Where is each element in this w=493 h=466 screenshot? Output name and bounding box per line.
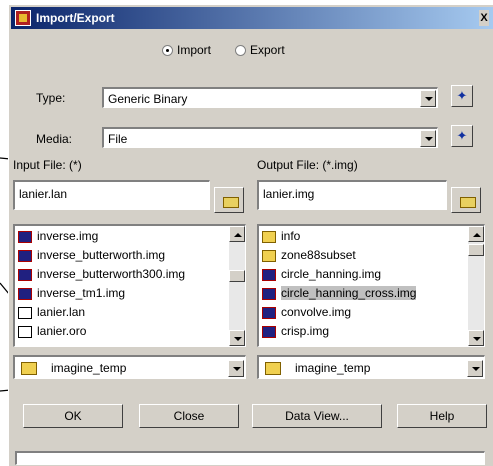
input-list-scrollbar[interactable] xyxy=(229,226,245,346)
input-file-label: Input File: (*) xyxy=(13,158,82,172)
scroll-down-button[interactable] xyxy=(229,330,245,346)
type-label: Type: xyxy=(36,91,66,105)
output-directory-dropdown-button[interactable] xyxy=(467,360,483,377)
media-dropdown-button[interactable] xyxy=(420,130,436,147)
raster-image-icon xyxy=(18,230,32,243)
star-icon: ✦ xyxy=(456,88,468,103)
input-directory-value: imagine_temp xyxy=(51,361,127,375)
output-directory-value: imagine_temp xyxy=(295,361,371,375)
list-item[interactable]: circle_hanning.img xyxy=(262,266,381,283)
media-label: Media: xyxy=(36,132,73,146)
list-item[interactable]: inverse_tm1.img xyxy=(18,285,125,302)
list-item[interactable]: crisp.img xyxy=(262,323,329,340)
import-label: Import xyxy=(177,43,212,57)
type-select[interactable]: Generic Binary xyxy=(102,87,438,108)
list-item-selected[interactable]: circle_hanning_cross.img xyxy=(262,285,417,302)
ok-button[interactable]: OK xyxy=(23,404,123,428)
export-label: Export xyxy=(250,43,285,57)
export-radio[interactable] xyxy=(235,45,246,57)
input-file-value: lanier.lan xyxy=(19,187,68,201)
close-window-button[interactable]: X xyxy=(479,10,489,26)
output-file-field[interactable]: lanier.img xyxy=(257,180,447,210)
scroll-up-button[interactable] xyxy=(229,226,245,242)
raster-image-icon xyxy=(18,268,32,281)
status-bar xyxy=(15,451,485,465)
output-file-value: lanier.img xyxy=(263,187,315,201)
scroll-thumb[interactable] xyxy=(229,270,245,282)
list-item[interactable]: inverse.img xyxy=(18,228,98,245)
document-icon xyxy=(18,325,32,338)
raster-image-icon xyxy=(262,306,276,319)
document-icon xyxy=(18,306,32,319)
title-bar[interactable]: Import/Export X xyxy=(11,7,493,29)
input-directory-dropdown-button[interactable] xyxy=(228,360,244,377)
help-button[interactable]: Help xyxy=(397,404,487,428)
mode-export-option[interactable]: Export xyxy=(235,43,285,57)
input-browse-button[interactable] xyxy=(214,187,244,213)
scroll-up-button[interactable] xyxy=(468,226,484,242)
list-item[interactable]: convolve.img xyxy=(262,304,351,321)
input-file-field[interactable]: lanier.lan xyxy=(13,180,210,210)
folder-icon xyxy=(265,362,281,375)
list-item[interactable]: lanier.lan xyxy=(18,304,85,321)
close-button[interactable]: Close xyxy=(139,404,239,428)
output-file-list[interactable]: info zone88subset circle_hanning.img cir… xyxy=(257,224,485,347)
raster-image-icon xyxy=(262,268,276,281)
scroll-down-button[interactable] xyxy=(468,330,484,346)
media-value: File xyxy=(108,132,128,146)
raster-image-icon xyxy=(262,325,276,338)
list-item[interactable]: lanier.oro xyxy=(18,323,86,340)
type-value: Generic Binary xyxy=(108,92,188,106)
app-icon xyxy=(15,10,31,26)
raster-image-icon xyxy=(18,287,32,300)
output-browse-button[interactable] xyxy=(451,187,481,213)
data-view-button[interactable]: Data View... xyxy=(252,404,382,428)
import-export-dialog: Import/Export X Import Export Type: Gene… xyxy=(8,4,493,466)
window-title: Import/Export xyxy=(36,11,115,25)
raster-image-icon xyxy=(18,249,32,262)
type-dropdown-button[interactable] xyxy=(420,90,436,107)
type-options-button[interactable]: ✦ xyxy=(451,85,473,107)
media-options-button[interactable]: ✦ xyxy=(451,125,473,147)
list-item[interactable]: zone88subset xyxy=(262,247,356,264)
output-list-scrollbar[interactable] xyxy=(468,226,484,346)
list-item[interactable]: inverse_butterworth.img xyxy=(18,247,165,264)
input-file-list[interactable]: inverse.img inverse_butterworth.img inve… xyxy=(13,224,246,347)
star-icon: ✦ xyxy=(456,128,468,143)
media-select[interactable]: File xyxy=(102,127,438,148)
output-directory-select[interactable]: imagine_temp xyxy=(257,355,485,379)
list-item[interactable]: info xyxy=(262,228,300,245)
list-item[interactable]: inverse_butterworth300.img xyxy=(18,266,185,283)
input-directory-select[interactable]: imagine_temp xyxy=(13,355,246,379)
output-file-label: Output File: (*.img) xyxy=(257,158,358,172)
folder-icon xyxy=(21,362,37,375)
folder-icon xyxy=(262,249,276,262)
scroll-thumb[interactable] xyxy=(468,244,484,256)
mode-import-option[interactable]: Import xyxy=(162,43,211,57)
raster-image-icon xyxy=(262,287,276,300)
import-radio[interactable] xyxy=(162,45,173,57)
folder-icon xyxy=(262,230,276,243)
